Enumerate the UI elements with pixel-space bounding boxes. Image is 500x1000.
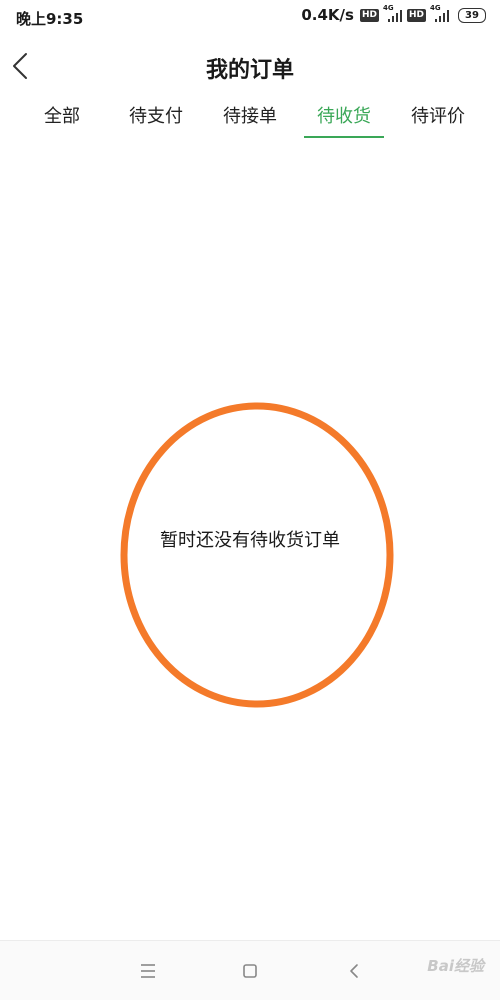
hd-badge-1: HD xyxy=(359,8,379,22)
annotation-ring xyxy=(120,402,394,708)
tab-label: 待评价 xyxy=(411,106,465,127)
tab-pending-acceptance[interactable]: 待接单 xyxy=(208,104,292,134)
hd-badge-2: HD xyxy=(406,8,426,22)
status-indicators: 0.4K/s HD 4G HD 4G 39 xyxy=(301,4,486,24)
tab-label: 待收货 xyxy=(317,106,371,127)
status-time: 晚上9:35 xyxy=(16,10,84,28)
back-icon xyxy=(350,964,358,978)
signal-icon-2: 4G xyxy=(430,4,450,23)
status-bar: 晚上9:35 0.4K/s HD 4G HD 4G 39 xyxy=(0,0,500,32)
active-tab-indicator xyxy=(304,136,384,138)
tab-label: 全部 xyxy=(44,106,80,127)
system-back-button[interactable] xyxy=(340,957,368,985)
tab-all[interactable]: 全部 xyxy=(20,104,104,134)
signal-icon-1: 4G xyxy=(383,4,403,23)
menu-icon xyxy=(141,964,155,978)
header: 我的订单 xyxy=(0,44,500,92)
home-button[interactable] xyxy=(236,957,264,985)
menu-button[interactable] xyxy=(134,957,162,985)
tab-pending-delivery[interactable]: 待收货 xyxy=(302,104,386,138)
screen: 晚上9:35 0.4K/s HD 4G HD 4G 39 我的订单 全部 待支付… xyxy=(0,0,500,1000)
order-tabs: 全部 待支付 待接单 待收货 待评价 xyxy=(20,104,480,138)
network-speed: 0.4K/s xyxy=(301,6,354,24)
tab-pending-review[interactable]: 待评价 xyxy=(396,104,480,134)
watermark: Bai经验 xyxy=(427,957,484,975)
battery-icon: 39 xyxy=(458,7,486,23)
system-nav-bar: Bai经验 xyxy=(0,940,500,1000)
page-title: 我的订单 xyxy=(205,58,294,83)
tab-label: 待支付 xyxy=(129,106,183,127)
tab-pending-payment[interactable]: 待支付 xyxy=(114,104,198,134)
empty-state-message: 暂时还没有待收货订单 xyxy=(160,530,340,551)
tab-label: 待接单 xyxy=(223,106,277,127)
home-icon xyxy=(243,964,257,978)
